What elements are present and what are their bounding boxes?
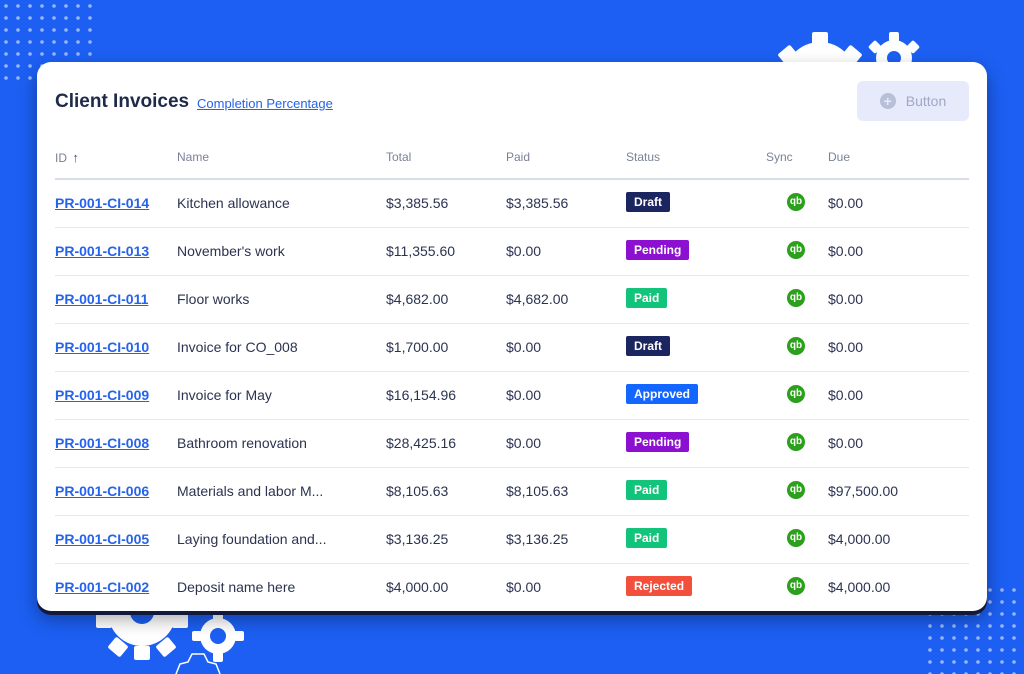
quickbooks-sync-icon[interactable]: qb xyxy=(787,337,805,355)
invoice-due: $4,000.00 xyxy=(828,579,891,595)
invoice-due: $4,000.00 xyxy=(828,531,891,547)
invoice-total: $4,000.00 xyxy=(386,579,449,595)
invoice-id-link[interactable]: PR-001-CI-014 xyxy=(55,195,149,211)
invoice-name: November's work xyxy=(177,243,285,259)
invoice-total: $16,154.96 xyxy=(386,387,457,403)
status-badge: Pending xyxy=(626,432,690,452)
sort-ascending-icon: ↑ xyxy=(72,150,79,165)
invoice-due: $0.00 xyxy=(828,387,864,403)
invoice-id-link[interactable]: PR-001-CI-009 xyxy=(55,387,149,403)
gear-outline-icon xyxy=(175,653,221,674)
invoice-id-link[interactable]: PR-001-CI-013 xyxy=(55,243,149,259)
status-badge: Draft xyxy=(626,336,671,356)
invoice-id-link[interactable]: PR-001-CI-011 xyxy=(55,291,148,307)
invoice-total: $3,385.56 xyxy=(386,195,449,211)
invoice-name: Invoice for CO_008 xyxy=(177,339,298,355)
invoice-due: $0.00 xyxy=(828,291,864,307)
invoice-paid: $0.00 xyxy=(506,339,542,355)
status-badge: Draft xyxy=(626,192,671,212)
invoice-id-link[interactable]: PR-001-CI-010 xyxy=(55,339,149,355)
table-row[interactable]: PR-001-CI-005 Laying foundation and... $… xyxy=(55,516,969,564)
invoice-paid: $0.00 xyxy=(506,579,542,595)
column-header-paid[interactable]: Paid xyxy=(506,150,530,164)
invoice-name: Kitchen allowance xyxy=(177,195,290,211)
invoice-total: $1,700.00 xyxy=(386,339,449,355)
invoice-id-link[interactable]: PR-001-CI-006 xyxy=(55,483,149,499)
status-badge: Approved xyxy=(626,384,699,404)
invoices-card: Client Invoices Completion Percentage + … xyxy=(37,62,987,611)
table-header: ID ↑ Name Total Paid Status Sync Due xyxy=(55,148,969,180)
invoice-table-body: PR-001-CI-014 Kitchen allowance $3,385.5… xyxy=(55,180,969,611)
invoice-name: Laying foundation and... xyxy=(177,531,327,547)
invoice-id-link[interactable]: PR-001-CI-002 xyxy=(55,579,149,595)
invoice-due: $0.00 xyxy=(828,243,864,259)
quickbooks-sync-icon[interactable]: qb xyxy=(787,481,805,499)
invoice-due: $0.00 xyxy=(828,195,864,211)
invoice-due: $0.00 xyxy=(828,435,864,451)
add-button[interactable]: + Button xyxy=(857,81,969,121)
table-row[interactable]: PR-001-CI-006 Materials and labor M... $… xyxy=(55,468,969,516)
table-row[interactable]: PR-001-CI-010 Invoice for CO_008 $1,700.… xyxy=(55,324,969,372)
invoice-paid: $0.00 xyxy=(506,387,542,403)
invoice-paid: $0.00 xyxy=(506,435,542,451)
invoice-due: $0.00 xyxy=(828,339,864,355)
column-header-id[interactable]: ID ↑ xyxy=(55,150,79,165)
column-header-id-label: ID xyxy=(55,151,67,165)
quickbooks-sync-icon[interactable]: qb xyxy=(787,529,805,547)
column-header-status[interactable]: Status xyxy=(626,150,660,164)
quickbooks-sync-icon[interactable]: qb xyxy=(787,193,805,211)
invoice-paid: $0.00 xyxy=(506,243,542,259)
invoice-name: Bathroom renovation xyxy=(177,435,307,451)
invoice-total: $3,136.25 xyxy=(386,531,449,547)
invoice-paid: $4,682.00 xyxy=(506,291,569,307)
table-row[interactable]: PR-001-CI-009 Invoice for May $16,154.96… xyxy=(55,372,969,420)
status-badge: Paid xyxy=(626,528,668,548)
quickbooks-sync-icon[interactable]: qb xyxy=(787,577,805,595)
quickbooks-sync-icon[interactable]: qb xyxy=(787,385,805,403)
invoice-total: $8,105.63 xyxy=(386,483,449,499)
status-badge: Pending xyxy=(626,240,690,260)
quickbooks-sync-icon[interactable]: qb xyxy=(787,289,805,307)
quickbooks-sync-icon[interactable]: qb xyxy=(787,433,805,451)
status-badge: Rejected xyxy=(626,576,693,596)
invoice-id-link[interactable]: PR-001-CI-005 xyxy=(55,531,149,547)
completion-percentage-link[interactable]: Completion Percentage xyxy=(197,96,333,111)
invoice-due: $97,500.00 xyxy=(828,483,899,499)
invoice-total: $4,682.00 xyxy=(386,291,449,307)
table-row[interactable]: PR-001-CI-011 Floor works $4,682.00 $4,6… xyxy=(55,276,969,324)
add-button-label: Button xyxy=(905,93,947,109)
column-header-total[interactable]: Total xyxy=(386,150,411,164)
invoice-paid: $8,105.63 xyxy=(506,483,569,499)
plus-circle-icon: + xyxy=(879,93,896,109)
invoice-paid: $3,136.25 xyxy=(506,531,569,547)
invoice-name: Floor works xyxy=(177,291,250,307)
invoice-name: Materials and labor M... xyxy=(177,483,324,499)
invoice-total: $11,355.60 xyxy=(386,243,456,259)
table-row[interactable]: PR-001-CI-014 Kitchen allowance $3,385.5… xyxy=(55,180,969,228)
table-row[interactable]: PR-001-CI-002 Deposit name here $4,000.0… xyxy=(55,564,969,611)
table-row[interactable]: PR-001-CI-008 Bathroom renovation $28,42… xyxy=(55,420,969,468)
invoice-total: $28,425.16 xyxy=(386,435,457,451)
status-badge: Paid xyxy=(626,480,668,500)
invoice-paid: $3,385.56 xyxy=(506,195,569,211)
page-title: Client Invoices xyxy=(55,91,190,112)
column-header-sync[interactable]: Sync xyxy=(766,150,793,164)
column-header-due[interactable]: Due xyxy=(828,150,850,164)
invoice-id-link[interactable]: PR-001-CI-008 xyxy=(55,435,149,451)
status-badge: Paid xyxy=(626,288,668,308)
invoice-name: Invoice for May xyxy=(177,387,272,403)
table-row[interactable]: PR-001-CI-013 November's work $11,355.60… xyxy=(55,228,969,276)
quickbooks-sync-icon[interactable]: qb xyxy=(787,241,805,259)
column-header-name[interactable]: Name xyxy=(177,150,209,164)
invoice-name: Deposit name here xyxy=(177,579,296,595)
